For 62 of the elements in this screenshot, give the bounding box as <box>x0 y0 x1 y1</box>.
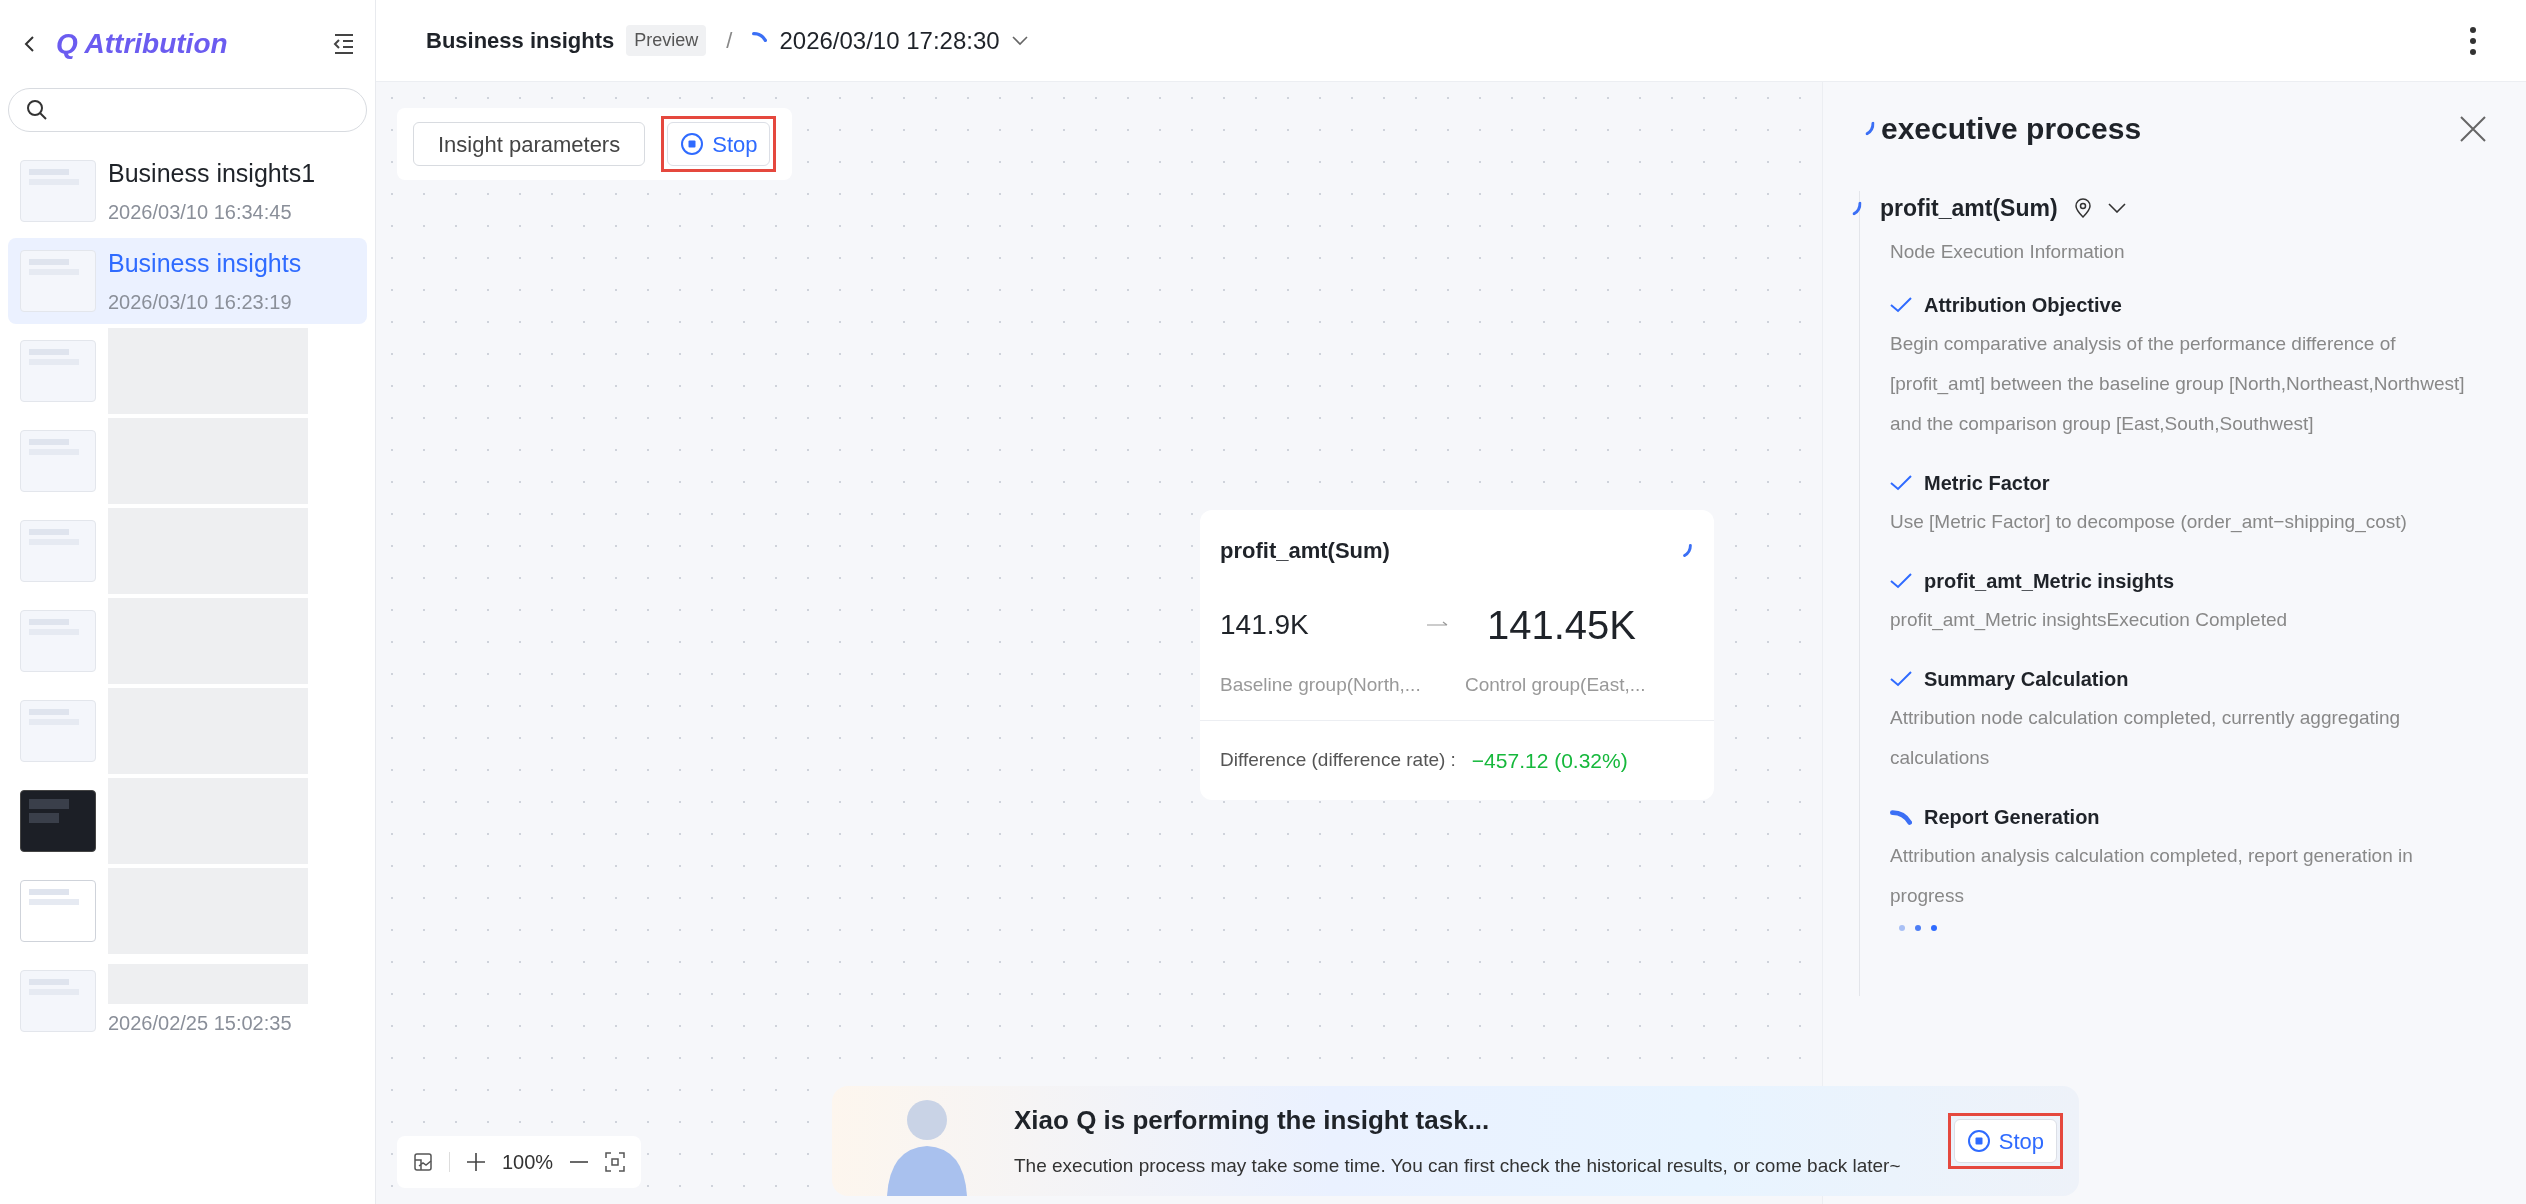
stop-button[interactable]: Stop <box>667 122 771 166</box>
step-description: profit_amt_Metric insightsExecution Completed <box>1890 608 2289 633</box>
chevron-down-icon[interactable] <box>2107 203 2126 214</box>
checkmark-icon <box>1890 573 1912 589</box>
stop-icon <box>680 132 705 156</box>
item-title: Business insights1 <box>108 158 316 190</box>
metric-node-card[interactable]: profit_amt(Sum) 141.9K 141.45K Baseline group(North,... Control group(East,... Difference (difference rate) : −457.12 (0.32%) <box>1200 510 1714 800</box>
step-title: Attribution Objective <box>1924 293 2122 318</box>
collapse-menu-icon[interactable] <box>331 33 355 55</box>
checkmark-icon <box>1890 297 1912 313</box>
baseline-value: 141.9K <box>1220 608 1310 642</box>
item-title: Business insights <box>108 248 302 280</box>
zoom-in-icon[interactable] <box>466 1152 486 1172</box>
chevron-down-icon <box>1011 35 1028 46</box>
item-time: 2026/02/25 15:02:35 <box>108 1011 293 1036</box>
node-subtitle: Node Execution Information <box>1890 239 2126 264</box>
step-title: Report Generation <box>1924 805 2100 830</box>
stop-button[interactable]: Stop <box>1953 1119 2057 1163</box>
loading-spinner-icon <box>1865 121 1875 136</box>
difference-value: −457.12 (0.32%) <box>1471 747 1628 774</box>
control-value: 141.45K <box>1487 602 1638 649</box>
brand-logo: Q Attribution <box>56 27 228 61</box>
loading-spinner-icon <box>1683 544 1692 557</box>
arrow-right-icon <box>1427 621 1449 629</box>
run-time-dropdown[interactable]: 2026/03/10 17:28:30 <box>779 22 1028 59</box>
breadcrumb-separator: / <box>726 27 733 55</box>
loading-spinner-icon <box>752 31 768 42</box>
history-item[interactable]: Business insights1 2026/03/10 16:34:45 <box>8 148 367 234</box>
difference-label: Difference (difference rate) : <box>1220 748 1456 772</box>
minimap-icon[interactable] <box>413 1152 433 1172</box>
location-pin-icon[interactable] <box>2073 198 2092 219</box>
page-title: Business insights <box>426 27 615 55</box>
step-description: Use [Metric Factor] to decompose (order_amt−shipping_cost) <box>1890 510 2408 535</box>
step-description: Attribution analysis calculation completed, report generation in progress <box>1890 844 2414 908</box>
preview-badge: Preview <box>626 25 707 56</box>
banner-text: The execution process may take some time. You can first check the historical results, or come back later~ <box>1014 1154 1902 1179</box>
loading-spinner-icon <box>1852 201 1862 216</box>
checkmark-icon <box>1890 475 1912 491</box>
fit-view-icon[interactable] <box>605 1152 626 1172</box>
stop-icon <box>1966 1129 1991 1153</box>
step-title: Summary Calculation <box>1924 667 2129 692</box>
control-label: Control group(East,... <box>1465 673 1647 697</box>
baseline-label: Baseline group(North,... <box>1220 673 1422 697</box>
step-description: Begin comparative analysis of the performance difference of [profit_amt] between the baseline group [North,Northeast,Northwest] and the comparison group [East,South,Southwest] <box>1890 332 2466 436</box>
banner-title: Xiao Q is performing the insight task... <box>1014 1104 1491 1138</box>
history-item[interactable]: Business insights 2026/03/10 16:23:19 <box>8 238 367 324</box>
more-options-icon[interactable] <box>2470 26 2476 55</box>
item-time: 2026/03/10 16:23:19 <box>108 289 293 315</box>
search-icon <box>25 98 49 122</box>
step-description: Attribution node calculation completed, currently aggregating calculations <box>1890 706 2402 770</box>
item-time: 2026/03/10 16:34:45 <box>108 199 293 225</box>
zoom-level: 100% <box>502 1150 554 1175</box>
panel-title: executive process <box>1881 111 2142 147</box>
zoom-out-icon[interactable] <box>569 1160 590 1164</box>
node-title: profit_amt(Sum) <box>1220 537 1390 565</box>
close-icon[interactable] <box>2460 115 2486 142</box>
checkmark-icon <box>1890 671 1912 687</box>
insight-parameters-button[interactable]: Insight parameters <box>413 122 646 166</box>
step-title: Metric Factor <box>1924 471 2050 496</box>
step-title: profit_amt_Metric insights <box>1924 569 2175 594</box>
node-title: profit_amt(Sum) <box>1880 194 2058 223</box>
loading-spinner-icon <box>1890 809 1912 825</box>
